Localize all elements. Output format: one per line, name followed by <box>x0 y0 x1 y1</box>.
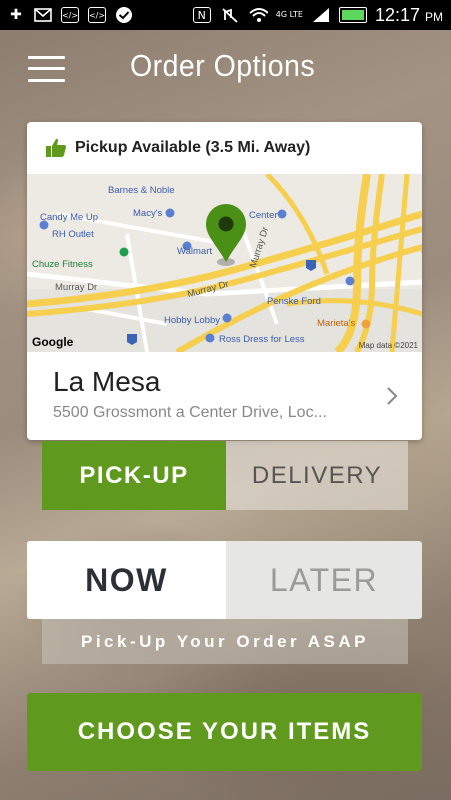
signal-icon <box>311 6 331 24</box>
battery-icon <box>338 7 367 23</box>
map-attribution: Map data ©2021 <box>358 341 418 350</box>
order-type-toggle: PICK-UP DELIVERY <box>42 441 408 510</box>
map-label: Murray Dr <box>55 282 98 293</box>
plus-icon: ✚ <box>10 7 22 23</box>
map-label: Penske Ford <box>267 296 321 307</box>
location-map[interactable]: Barnes & Noble Candy Me Up Macy's RH Out… <box>27 174 422 352</box>
hamburger-menu-icon[interactable] <box>28 54 65 82</box>
network-type-label: 4G LTE <box>275 10 303 19</box>
thumbs-up-icon <box>46 138 66 157</box>
nfc-icon: N <box>192 6 212 24</box>
timing-toggle: NOW LATER <box>27 541 422 619</box>
wifi-icon <box>248 6 268 24</box>
map-label: Center <box>249 210 278 221</box>
map-label: Candy Me Up <box>40 212 99 223</box>
check-icon <box>114 6 134 24</box>
map-label: Chuze Fitness <box>32 259 93 270</box>
google-logo: Google <box>32 335 74 349</box>
map-label: Walmart <box>177 246 213 257</box>
status-bar: ✚ </> </> N 4G LTE 12:17 PM <box>0 0 451 30</box>
app-header: Order Options <box>0 30 451 108</box>
map-label: Marieta's <box>317 318 356 329</box>
map-label: Macy's <box>133 208 163 219</box>
timing-note: Pick-Up Your Order ASAP <box>42 619 408 664</box>
pickup-option[interactable]: PICK-UP <box>42 441 226 510</box>
pickup-availability-text: Pickup Available (3.5 Mi. Away) <box>75 139 311 156</box>
map-label: Barnes & Noble <box>108 185 175 196</box>
delivery-option[interactable]: DELIVERY <box>226 441 408 510</box>
code-icon: </> <box>60 6 80 24</box>
location-name: La Mesa <box>53 366 161 397</box>
map-label: RH Outlet <box>52 229 94 240</box>
gmail-icon <box>33 6 53 24</box>
mute-icon <box>220 6 240 24</box>
now-option[interactable]: NOW <box>27 541 226 619</box>
page-title: Order Options <box>130 48 316 83</box>
location-address: 5500 Grossmont a Center Drive, Loc... <box>53 404 327 421</box>
code-icon: </> <box>87 6 107 24</box>
choose-items-button[interactable]: CHOOSE YOUR ITEMS <box>27 693 422 771</box>
map-label: Hobby Lobby <box>164 315 220 326</box>
location-card: Pickup Available (3.5 Mi. Away) Barnes &… <box>27 122 422 440</box>
pickup-availability: Pickup Available (3.5 Mi. Away) <box>27 122 422 174</box>
later-option[interactable]: LATER <box>226 541 422 619</box>
status-time: 12:17 PM <box>374 4 443 25</box>
location-selector[interactable]: La Mesa 5500 Grossmont a Center Drive, L… <box>27 352 422 440</box>
chevron-right-icon <box>387 387 398 405</box>
map-label: Ross Dress for Less <box>219 334 305 345</box>
